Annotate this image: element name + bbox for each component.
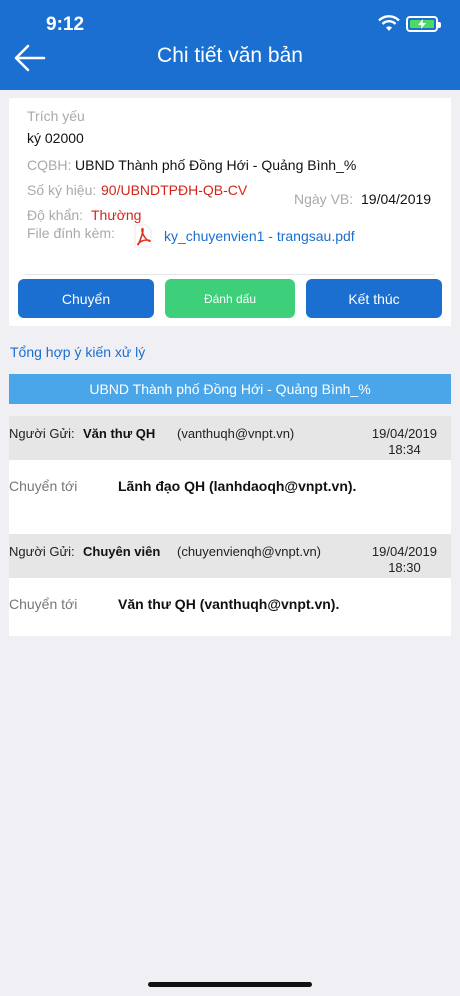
- sender-label: Người Gửi:: [9, 544, 75, 559]
- document-info-card: Trích yếu ký 02000 CQBH: UBND Thành phố …: [9, 98, 451, 326]
- wifi-icon: [378, 15, 400, 31]
- pdf-icon: [134, 224, 152, 248]
- file-label: File đính kèm:: [27, 225, 115, 241]
- log-entry-header: Người Gửi: Văn thư QH (vanthuqh@vnpt.vn)…: [9, 416, 451, 460]
- log-time: 18:30: [388, 560, 421, 575]
- sender-name: Chuyên viên: [83, 544, 161, 559]
- status-icons: [378, 15, 441, 33]
- log-datetime: 19/04/2019 18:34: [372, 426, 437, 458]
- ngay-vb-label: Ngày VB:: [294, 191, 354, 207]
- log-entry: Người Gửi: Chuyên viên (chuyenvienqh@vnp…: [9, 534, 451, 636]
- app-header: 9:12 Chi tiết văn bản: [0, 0, 460, 90]
- trich-yeu-value: ký 02000: [27, 130, 84, 146]
- status-time: 9:12: [46, 14, 85, 35]
- battery-charging-icon: [410, 19, 434, 29]
- attachment-filename[interactable]: ky_chuyenvien1 - trangsau.pdf: [164, 228, 355, 244]
- forward-to-label: Chuyển tới: [9, 596, 78, 612]
- org-header-bar: UBND Thành phố Đồng Hới - Quảng Bình_%: [9, 374, 451, 404]
- so-ky-hieu-label: Số ký hiệu:: [27, 182, 97, 198]
- sender-email: (vanthuqh@vnpt.vn): [177, 426, 295, 441]
- log-datetime: 19/04/2019 18:30: [372, 544, 437, 576]
- log-entry: Người Gửi: Văn thư QH (vanthuqh@vnpt.vn)…: [9, 416, 451, 534]
- forward-to-label: Chuyển tới: [9, 478, 78, 494]
- log-entry-body: Chuyển tới Lãnh đạo QH (lanhdaoqh@vnpt.v…: [9, 460, 451, 534]
- danh-dau-button[interactable]: Đánh dấu: [165, 279, 295, 318]
- home-indicator[interactable]: [148, 982, 312, 987]
- sender-label: Người Gửi:: [9, 426, 75, 441]
- summary-link[interactable]: Tổng hợp ý kiến xử lý: [10, 344, 145, 360]
- sender-name: Văn thư QH: [83, 426, 156, 441]
- log-entry-header: Người Gửi: Chuyên viên (chuyenvienqh@vnp…: [9, 534, 451, 578]
- battery-icon: [406, 16, 441, 32]
- do-khan-label: Độ khẩn:: [27, 207, 84, 223]
- log-date: 19/04/2019: [371, 426, 437, 441]
- ngay-vb-value: 19/04/2019: [361, 191, 432, 207]
- page-title: Chi tiết văn bản: [157, 44, 303, 67]
- log-time: 18:34: [388, 442, 421, 457]
- chuyen-button[interactable]: Chuyển: [18, 279, 154, 318]
- do-khan-value: Thường: [91, 207, 142, 223]
- ket-thuc-button[interactable]: Kết thúc: [306, 279, 442, 318]
- divider: [25, 274, 435, 275]
- sender-email: (chuyenvienqh@vnpt.vn): [177, 544, 321, 559]
- cqbh-value: UBND Thành phố Đồng Hới - Quảng Bình_%: [75, 157, 357, 173]
- so-ky-hieu-value: 90/UBNDTPĐH-QB-CV: [101, 182, 248, 198]
- log-entry-body: Chuyển tới Văn thư QH (vanthuqh@vnpt.vn)…: [9, 578, 451, 636]
- log-date: 19/04/2019: [371, 544, 437, 559]
- forward-to-value: Văn thư QH (vanthuqh@vnpt.vn).: [118, 596, 340, 612]
- cqbh-label: CQBH:: [27, 157, 72, 173]
- forward-to-value: Lãnh đạo QH (lanhdaoqh@vnpt.vn).: [118, 478, 357, 494]
- attachment-link[interactable]: ky_chuyenvien1 - trangsau.pdf: [134, 224, 355, 248]
- trich-yeu-label: Trích yếu: [27, 108, 85, 124]
